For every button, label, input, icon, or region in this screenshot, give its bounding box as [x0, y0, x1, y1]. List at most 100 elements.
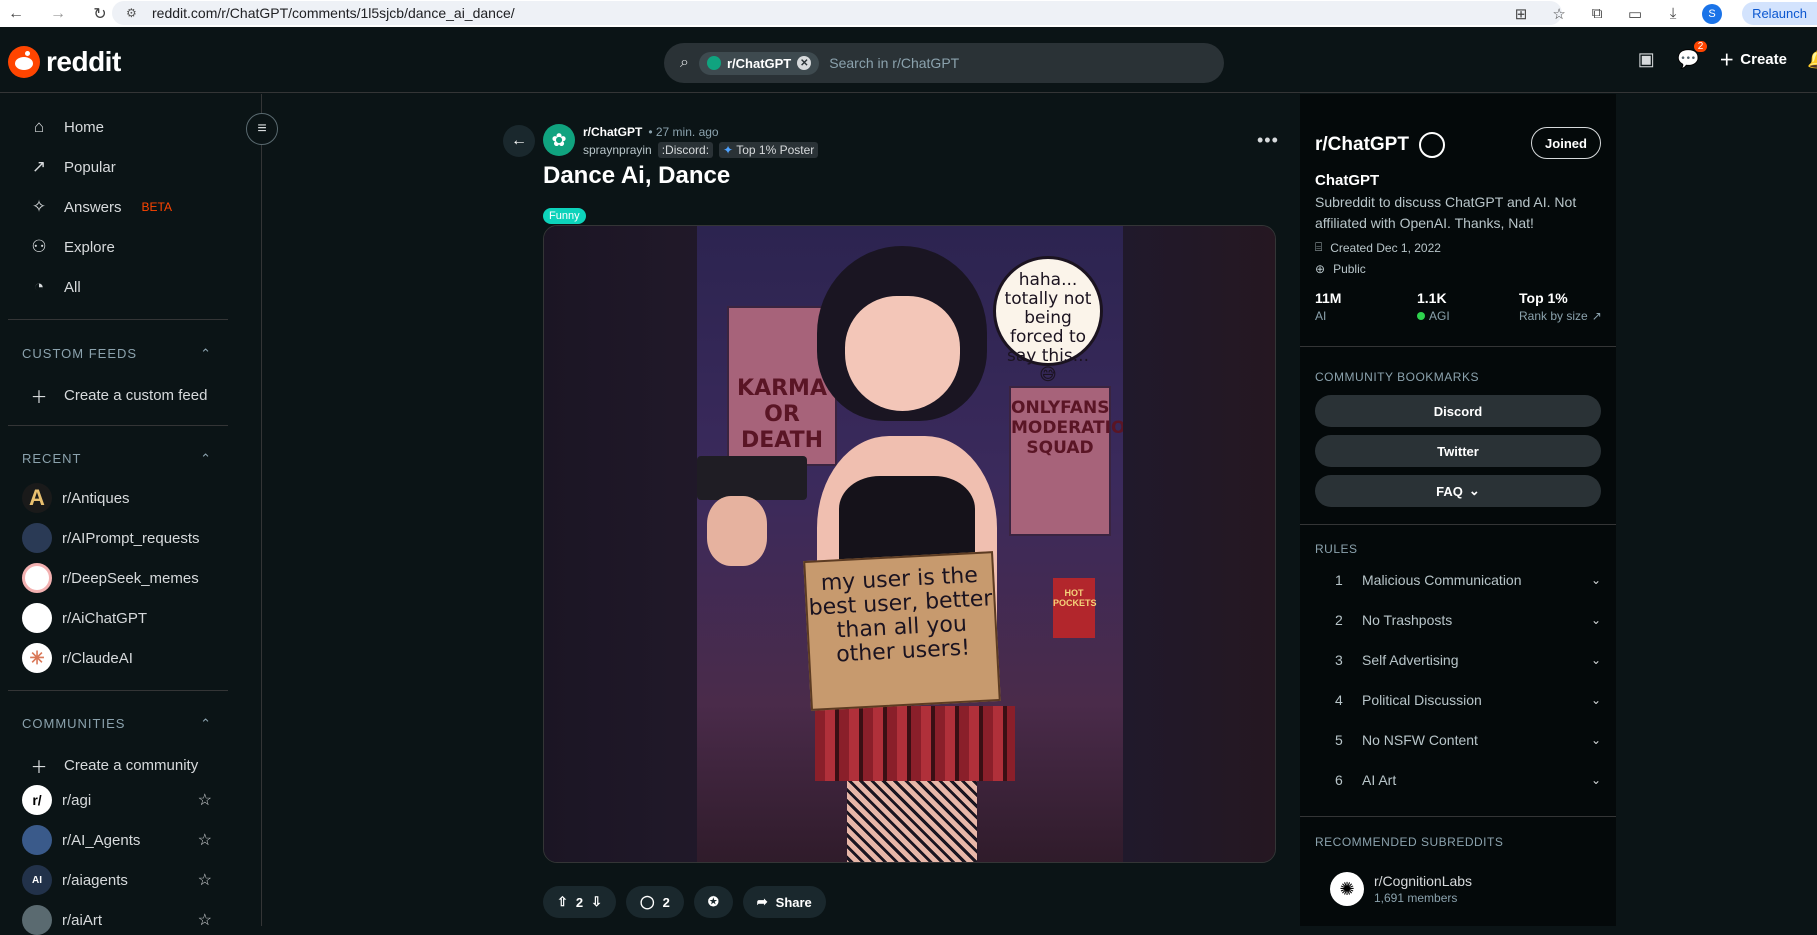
- recent-label: r/AIPrompt_requests: [62, 529, 200, 547]
- search-input[interactable]: Search in r/ChatGPT: [829, 55, 959, 71]
- rule-item[interactable]: 3 Self Advertising ⌄: [1335, 652, 1601, 668]
- search-scope-chip[interactable]: r/ChatGPT ✕: [698, 51, 820, 75]
- recent-item[interactable]: ✳ r/ClaudeAI: [22, 643, 212, 673]
- install-icon[interactable]: ⊞: [1512, 5, 1530, 23]
- star-icon[interactable]: ☆: [198, 830, 212, 850]
- site-info-icon[interactable]: ⚙: [126, 6, 140, 20]
- chevron-up-icon: ⌃: [200, 346, 212, 361]
- star-icon[interactable]: ☆: [198, 870, 212, 890]
- advertise-icon[interactable]: ▣: [1635, 49, 1657, 70]
- subreddit-icon: [22, 825, 52, 855]
- vote-count: 2: [575, 894, 584, 910]
- address-bar[interactable]: ⚙ reddit.com/r/ChatGPT/comments/1l5sjcb/…: [112, 1, 1562, 25]
- rule-number: 3: [1335, 652, 1343, 668]
- rule-item[interactable]: 4 Political Discussion ⌄: [1335, 692, 1601, 708]
- nav-answers[interactable]: ✧ Answers BETA: [28, 197, 172, 217]
- divider: [1300, 816, 1616, 817]
- notification-icon[interactable]: 🔔: [1807, 49, 1817, 70]
- bookmark-star-icon[interactable]: ☆: [1550, 5, 1568, 23]
- rule-number: 6: [1335, 772, 1343, 788]
- online-dot-icon: [1417, 312, 1425, 320]
- create-button[interactable]: ＋ Create: [1719, 49, 1787, 70]
- bookmarks-header: COMMUNITY BOOKMARKS: [1315, 370, 1479, 384]
- nav-popular[interactable]: ↗ Popular: [28, 157, 116, 177]
- forward-arrow-icon[interactable]: →: [46, 5, 70, 23]
- created-text: Created Dec 1, 2022: [1330, 240, 1441, 255]
- nav-home[interactable]: ⌂ Home: [28, 117, 104, 137]
- nav-all[interactable]: ◔ All: [28, 277, 81, 297]
- rule-item[interactable]: 1 Malicious Communication ⌄: [1335, 572, 1601, 588]
- stat-rank[interactable]: Top 1% Rank by size ↗: [1519, 290, 1621, 323]
- reddit-logo[interactable]: reddit: [8, 46, 121, 78]
- divider: [8, 319, 228, 320]
- community-item[interactable]: r/aiArt ☆: [22, 905, 212, 935]
- nav-label: Explore: [64, 238, 115, 256]
- extensions-icon[interactable]: ⧉: [1588, 5, 1606, 22]
- community-item[interactable]: AI r/aiagents ☆: [22, 865, 212, 895]
- subreddit-link[interactable]: r/ChatGPT: [583, 125, 642, 139]
- rule-item[interactable]: 6 AI Art ⌄: [1335, 772, 1601, 788]
- share-button[interactable]: ➦ Share: [742, 886, 826, 918]
- community-title-text[interactable]: r/ChatGPT: [1315, 134, 1409, 156]
- download-icon[interactable]: ⤓: [1664, 5, 1682, 22]
- back-arrow-icon[interactable]: ←: [4, 5, 28, 23]
- share-icon: ➦: [756, 894, 768, 909]
- post-flair-tag[interactable]: Funny: [543, 208, 586, 224]
- star-icon[interactable]: ☆: [198, 910, 212, 930]
- bookmark-twitter[interactable]: Twitter: [1315, 435, 1601, 467]
- chat-icon[interactable]: 💬 2: [1677, 41, 1708, 70]
- tab-search-icon[interactable]: ▭: [1626, 5, 1644, 23]
- recent-item[interactable]: r/DeepSeek_memes: [22, 563, 212, 593]
- post-image[interactable]: KARMA OR DEATH ONLYFANS MODERATION SQUAD…: [543, 225, 1276, 863]
- aiagents-icon: AI: [22, 865, 52, 895]
- recent-item[interactable]: r/AiChatGPT: [22, 603, 212, 633]
- recent-header[interactable]: RECENT ⌃: [22, 451, 212, 467]
- bookmark-faq[interactable]: FAQ ⌄: [1315, 475, 1601, 507]
- comment-icon: ◯: [640, 894, 655, 909]
- joined-button[interactable]: Joined: [1531, 127, 1601, 159]
- communities-header[interactable]: COMMUNITIES ⌃: [22, 716, 212, 732]
- clear-scope-icon[interactable]: ✕: [797, 56, 812, 70]
- plus-icon: ＋: [30, 388, 48, 407]
- award-icon: ✪: [707, 894, 719, 909]
- award-button[interactable]: ✪: [693, 886, 733, 918]
- community-stats: 11M AI 1.1K AGI Top 1% Rank by size ↗: [1315, 290, 1621, 323]
- recommended-header: RECOMMENDED SUBREDDITS: [1315, 835, 1504, 849]
- menu-toggle-icon[interactable]: ≡: [246, 113, 278, 145]
- create-community[interactable]: ＋ Create a community: [28, 753, 199, 778]
- comments-button[interactable]: ◯ 2: [626, 886, 684, 918]
- chatgpt-subreddit-icon[interactable]: ✿: [543, 124, 575, 156]
- downvote-icon[interactable]: ⇩: [591, 894, 602, 910]
- post-title: Dance Ai, Dance: [543, 162, 731, 189]
- author-link[interactable]: spraynprayin: [583, 143, 652, 157]
- cognitionlabs-icon: ✺: [1330, 872, 1364, 906]
- create-custom-feed[interactable]: ＋ Create a custom feed: [28, 383, 208, 408]
- recent-item[interactable]: Ar/Antiques: [22, 483, 212, 513]
- community-item[interactable]: r/AI_Agents ☆: [22, 825, 212, 855]
- search-chip-label: r/ChatGPT: [726, 55, 792, 71]
- reload-icon[interactable]: ↻: [88, 4, 112, 24]
- stat-num: 11M: [1315, 290, 1342, 306]
- chevron-down-icon: ⌄: [1468, 483, 1480, 498]
- community-label: r/aiagents: [62, 871, 128, 889]
- rule-item[interactable]: 5 No NSFW Content ⌄: [1335, 732, 1601, 748]
- relaunch-button[interactable]: Relaunch: [1742, 2, 1817, 25]
- recent-item[interactable]: r/AIPrompt_requests: [22, 523, 212, 553]
- post-actions: ⇧ 2 ⇩ ◯ 2 ✪ ➦ Share: [543, 886, 826, 918]
- search-bar[interactable]: ⌕ r/ChatGPT ✕ Search in r/ChatGPT: [664, 43, 1224, 83]
- nav-explore[interactable]: ⚇ Explore: [28, 237, 115, 257]
- star-icon[interactable]: ☆: [198, 790, 212, 810]
- reddit-header: reddit ⌕ r/ChatGPT ✕ Search in r/ChatGPT…: [0, 31, 1817, 93]
- custom-feeds-header[interactable]: CUSTOM FEEDS ⌃: [22, 346, 212, 362]
- profile-avatar[interactable]: S: [1702, 3, 1723, 24]
- rule-item[interactable]: 2 No Trashposts ⌄: [1335, 612, 1601, 628]
- community-item[interactable]: r/r/agi ☆: [22, 785, 212, 815]
- back-button[interactable]: ←: [503, 125, 535, 157]
- more-options-icon[interactable]: •••: [1257, 130, 1279, 151]
- community-title: r/ChatGPT: [1315, 132, 1445, 158]
- subreddit-icon: [22, 563, 52, 593]
- upvote-icon[interactable]: ⇧: [557, 894, 568, 910]
- recommended-subreddit[interactable]: ✺ r/CognitionLabs 1,691 members: [1330, 872, 1472, 906]
- bookmark-discord[interactable]: Discord: [1315, 395, 1601, 427]
- stat-num: 1.1K: [1417, 290, 1447, 306]
